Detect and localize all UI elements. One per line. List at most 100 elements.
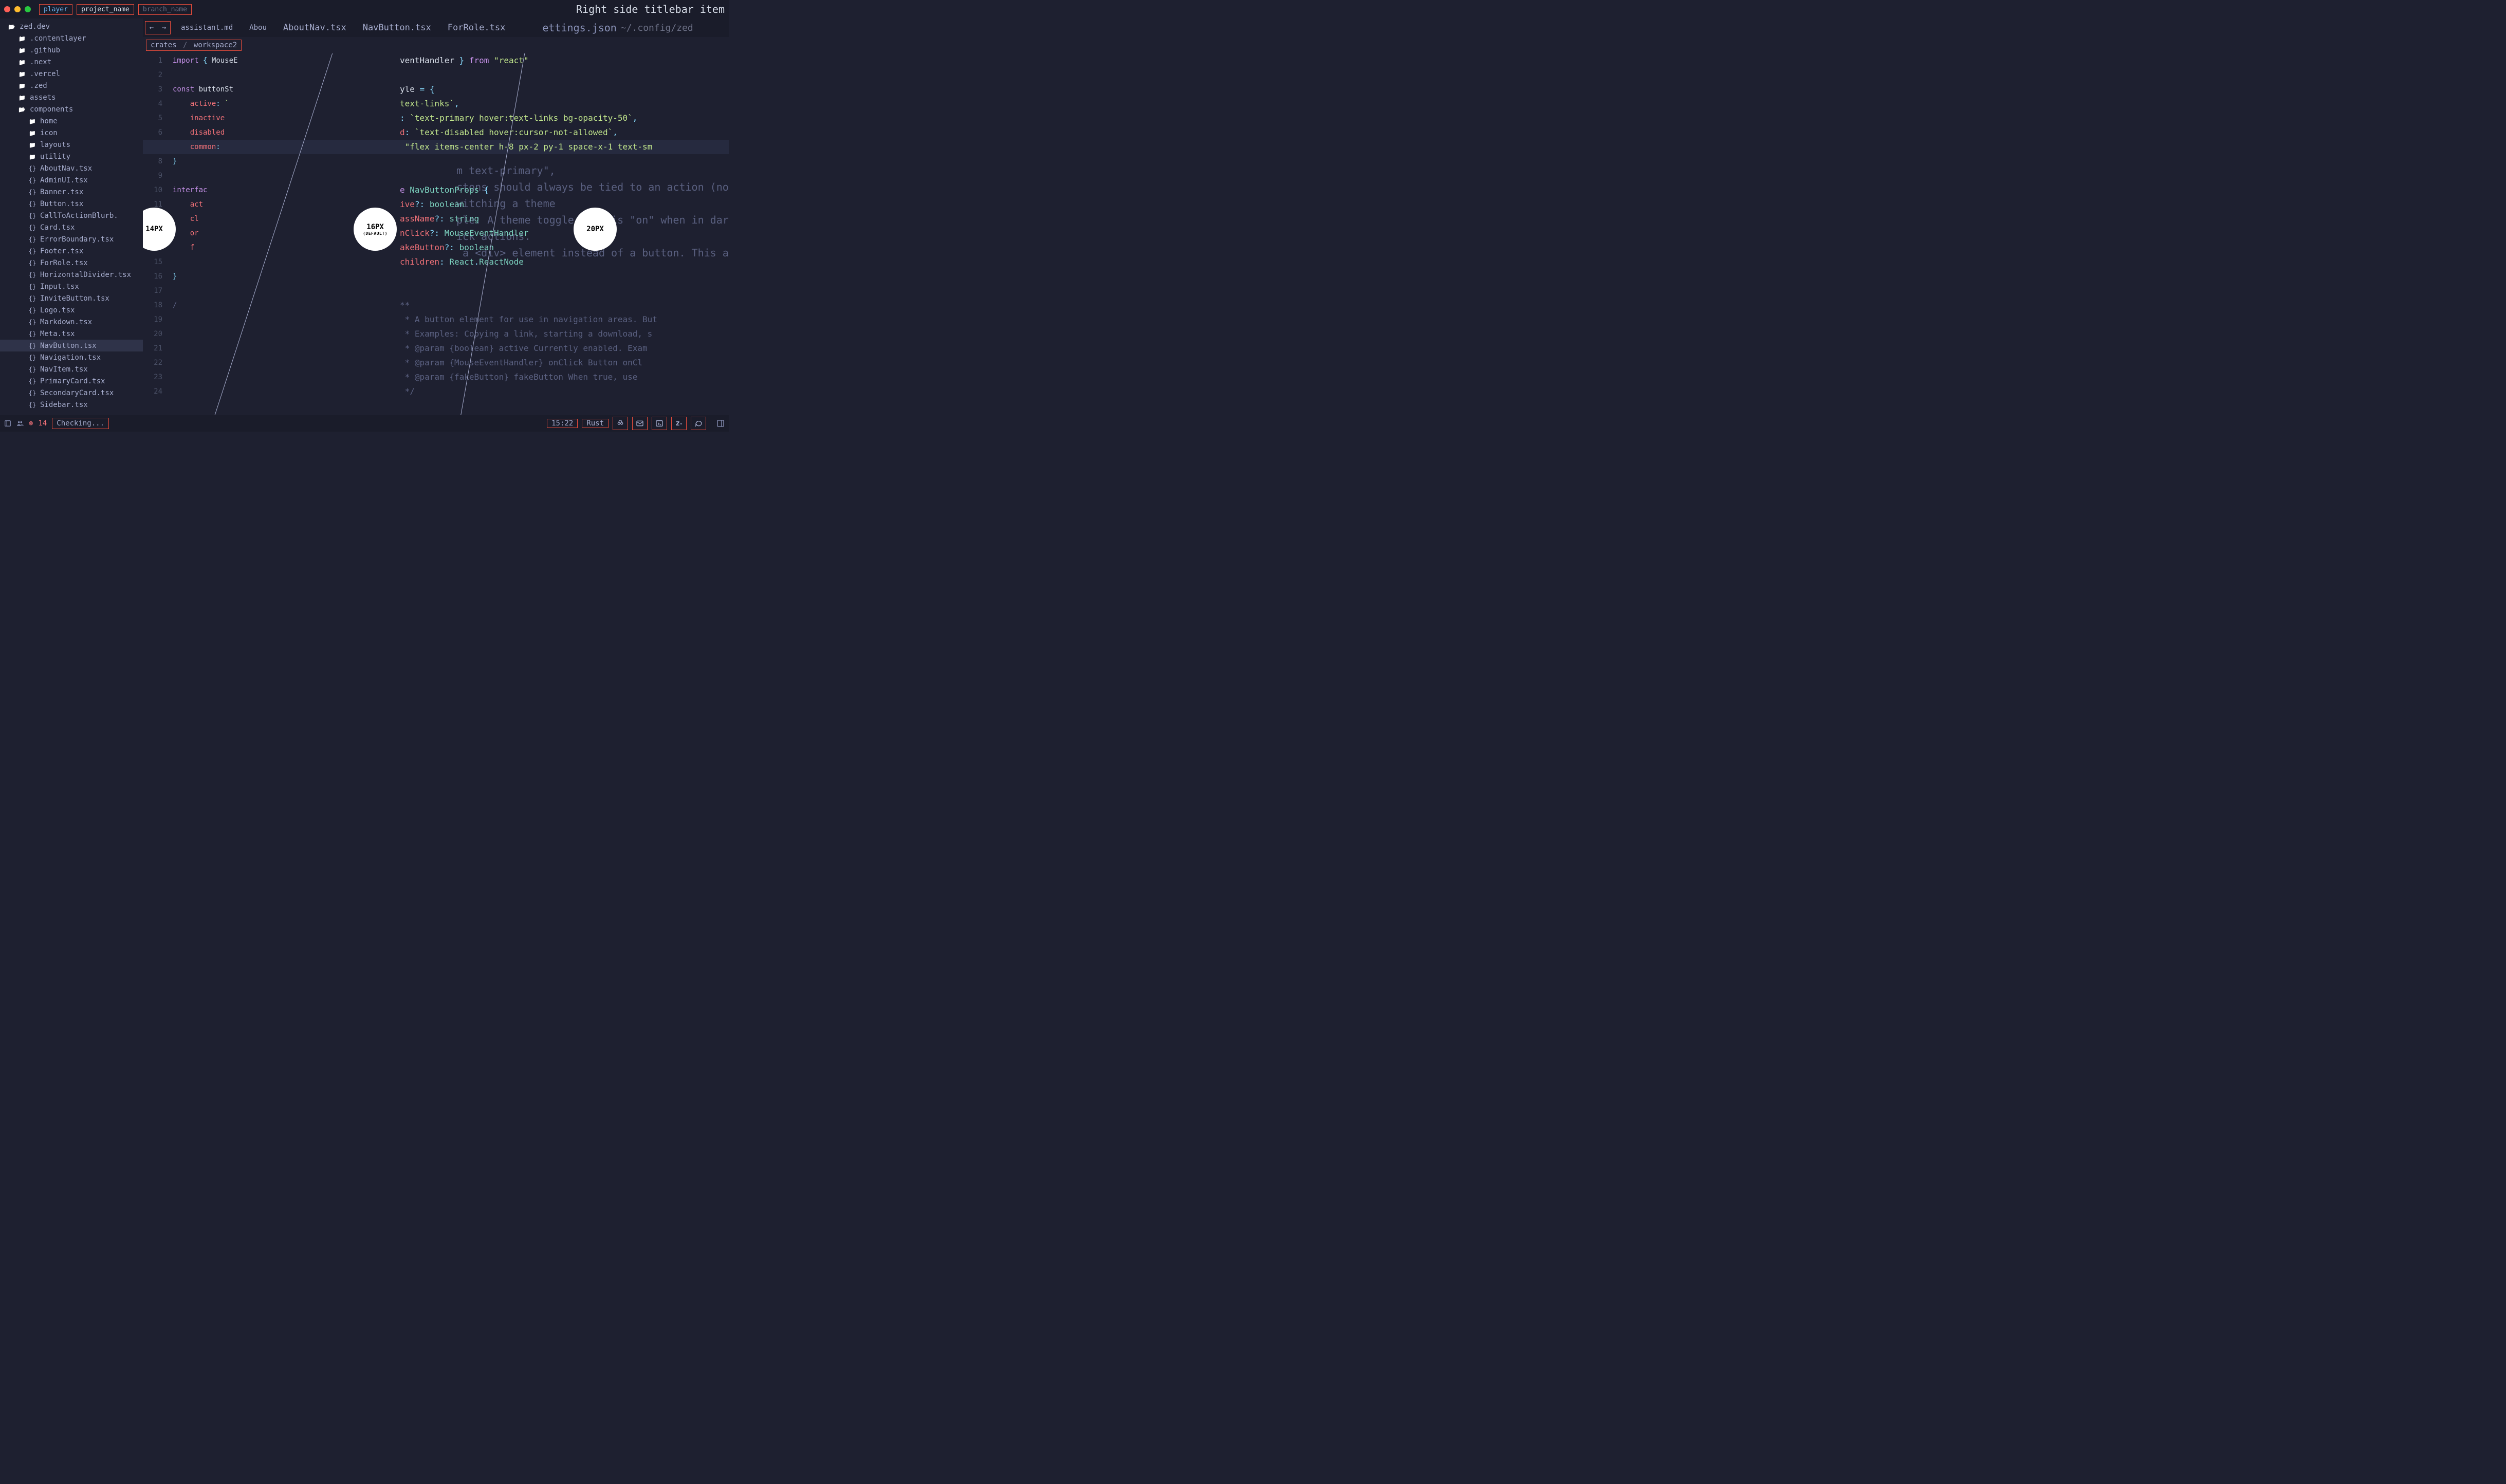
folder-icon bbox=[29, 141, 36, 149]
tree-label: ErrorBoundary.tsx bbox=[40, 235, 114, 244]
file-tree[interactable]: zed.dev .contentlayer.github.next .vercel… bbox=[0, 18, 143, 415]
project-panel-icon[interactable] bbox=[4, 420, 11, 427]
tree-file[interactable]: {}Meta.tsx bbox=[0, 328, 143, 340]
tree-folder[interactable]: .github bbox=[0, 44, 143, 56]
tab-aboutnav[interactable]: AboutNav.tsx bbox=[275, 18, 355, 37]
tree-folder[interactable]: .zed bbox=[0, 80, 143, 91]
tree-label: Markdown.tsx bbox=[40, 318, 92, 326]
tree-label: NavItem.tsx bbox=[40, 365, 88, 374]
folder-icon bbox=[19, 46, 26, 54]
tree-file[interactable]: {} Banner.tsx bbox=[0, 186, 143, 198]
nav-back-button[interactable]: ← bbox=[145, 22, 158, 34]
tree-file[interactable]: {}SecondaryCard.tsx bbox=[0, 387, 143, 399]
folder-icon bbox=[19, 82, 26, 90]
error-icon[interactable]: ⊗ bbox=[29, 419, 33, 428]
tab-navbutton[interactable]: NavButton.tsx bbox=[355, 18, 439, 37]
tree-label: home bbox=[40, 117, 58, 125]
status-bar: ⊗ 14 Checking... 15:22 Rust z✦ bbox=[0, 415, 729, 432]
copilot-icon[interactable] bbox=[613, 417, 628, 430]
tree-file[interactable]: {}HorizontalDivider.tsx bbox=[0, 269, 143, 281]
tree-folder[interactable]: .next bbox=[0, 56, 143, 68]
tree-file[interactable]: {}Navigation.tsx bbox=[0, 351, 143, 363]
tree-file[interactable]: {}NavButton.tsx bbox=[0, 340, 143, 351]
tree-file[interactable]: {}Logo.tsx bbox=[0, 304, 143, 316]
tree-file[interactable]: {} InviteButton.tsx bbox=[0, 292, 143, 304]
tree-file[interactable]: {}Footer.tsx bbox=[0, 245, 143, 257]
tree-label: InviteButton.tsx bbox=[40, 294, 109, 303]
tree-file[interactable]: {} NavItem.tsx bbox=[0, 363, 143, 375]
tree-label: Meta.tsx bbox=[40, 330, 75, 338]
tree-file[interactable]: {}ForRole.tsx bbox=[0, 257, 143, 269]
tree-folder[interactable]: assets bbox=[0, 91, 143, 103]
tree-label: zed.dev bbox=[20, 23, 50, 31]
clock: 15:22 bbox=[547, 419, 578, 428]
tree-label: .contentlayer bbox=[30, 34, 86, 43]
branch-name[interactable]: branch_name bbox=[138, 4, 192, 15]
tree-file[interactable]: {}CallToActionBlurb. bbox=[0, 210, 143, 221]
tab-subpath: ~/.config/zed bbox=[621, 23, 693, 33]
status-text[interactable]: Checking... bbox=[52, 418, 109, 429]
collab-icon[interactable] bbox=[16, 420, 24, 427]
breadcrumb-seg: crates bbox=[151, 41, 177, 49]
tree-folder[interactable]: home bbox=[0, 115, 143, 127]
folder-icon bbox=[29, 153, 36, 161]
code-file-icon: {} bbox=[29, 342, 36, 349]
code-file-icon: {} bbox=[29, 212, 36, 219]
code-file-icon: {} bbox=[29, 224, 36, 231]
tree-root[interactable]: zed.dev bbox=[0, 21, 143, 32]
tab-about-partial[interactable]: Abou bbox=[241, 18, 275, 37]
code-file-icon: {} bbox=[29, 401, 36, 409]
tree-file[interactable]: {} ErrorBoundary.tsx bbox=[0, 233, 143, 245]
tree-label: icon bbox=[40, 129, 58, 137]
close-window-button[interactable] bbox=[4, 6, 10, 12]
tab-label: ettings.json bbox=[542, 22, 617, 34]
tree-file[interactable]: {}AdminUI.tsx bbox=[0, 174, 143, 186]
tab-assistant[interactable]: assistant.md bbox=[173, 18, 241, 37]
tree-file[interactable]: {}Button.tsx bbox=[0, 198, 143, 210]
project-name[interactable]: project_name bbox=[77, 4, 134, 15]
tree-label: components bbox=[30, 105, 73, 114]
tree-folder[interactable]: .vercel bbox=[0, 68, 143, 80]
assistant-icon[interactable]: z✦ bbox=[671, 417, 687, 430]
folder-icon bbox=[19, 94, 26, 102]
tree-label: Banner.tsx bbox=[40, 188, 83, 196]
maximize-window-button[interactable] bbox=[25, 6, 31, 12]
tree-file[interactable]: {}AboutNav.tsx bbox=[0, 162, 143, 174]
tree-file[interactable]: {}Sidebar.tsx bbox=[0, 399, 143, 411]
tree-label: AdminUI.tsx bbox=[40, 176, 88, 184]
code-file-icon: {} bbox=[29, 319, 36, 326]
tree-folder[interactable]: icon bbox=[0, 127, 143, 139]
tree-folder-components[interactable]: components bbox=[0, 103, 143, 115]
size-badge-16: 16PX (DEFAULT) bbox=[354, 208, 397, 251]
tree-label: .zed bbox=[30, 82, 47, 90]
tab-settings[interactable]: ettings.json ~/.config/zed bbox=[534, 18, 701, 37]
terminal-icon[interactable] bbox=[652, 417, 667, 430]
folder-icon bbox=[29, 117, 36, 125]
editor-area: ← → assistant.md Abou AboutNav.tsx NavBu… bbox=[143, 18, 729, 415]
tree-folder[interactable]: layouts bbox=[0, 139, 143, 151]
code-editor[interactable]: 123456789101112131415161718192021222324 … bbox=[143, 53, 729, 415]
tab-forrole[interactable]: ForRole.tsx bbox=[439, 18, 514, 37]
window-controls bbox=[4, 6, 31, 12]
code-file-icon: {} bbox=[29, 189, 36, 196]
tree-file[interactable]: {}Card.tsx bbox=[0, 221, 143, 233]
tree-file[interactable]: {} Markdown.tsx bbox=[0, 316, 143, 328]
feedback-icon[interactable] bbox=[632, 417, 648, 430]
tree-label: .vercel bbox=[30, 70, 60, 78]
breadcrumb-path[interactable]: crates / workspace2 bbox=[146, 40, 242, 51]
language-indicator[interactable]: Rust bbox=[582, 419, 609, 428]
code-file-icon: {} bbox=[29, 366, 36, 373]
tree-file[interactable]: {}Input.tsx bbox=[0, 281, 143, 292]
nav-forward-button[interactable]: → bbox=[158, 22, 170, 34]
minimize-window-button[interactable] bbox=[14, 6, 21, 12]
tree-folder[interactable]: utility bbox=[0, 151, 143, 162]
code-file-icon: {} bbox=[29, 236, 36, 243]
tree-folder[interactable]: .contentlayer bbox=[0, 32, 143, 44]
size-label: 14PX bbox=[145, 225, 163, 233]
tree-file[interactable]: {}PrimaryCard.tsx bbox=[0, 375, 143, 387]
code-file-icon: {} bbox=[29, 295, 36, 302]
right-panel-icon[interactable] bbox=[716, 419, 725, 428]
tree-label: PrimaryCard.tsx bbox=[40, 377, 105, 385]
player-badge[interactable]: player bbox=[39, 4, 72, 15]
chat-icon[interactable] bbox=[691, 417, 706, 430]
